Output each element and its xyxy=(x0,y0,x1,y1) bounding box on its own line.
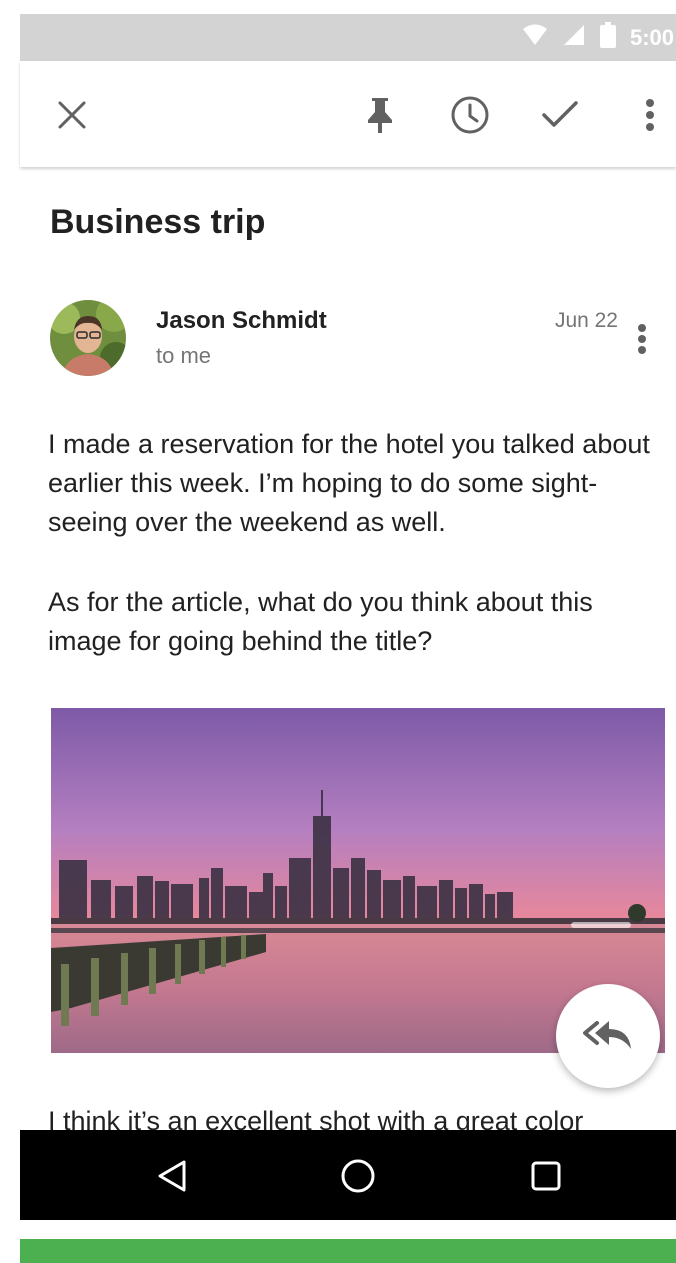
pin-icon[interactable] xyxy=(356,91,404,139)
more-vert-icon[interactable] xyxy=(626,91,674,139)
top-toolbar xyxy=(20,61,676,167)
recipient-label: to me xyxy=(156,343,212,368)
reply-all-icon xyxy=(583,1017,633,1056)
wifi-icon xyxy=(522,24,548,51)
done-check-icon[interactable] xyxy=(536,91,584,139)
status-icons: 5:00 xyxy=(522,14,676,61)
accent-strip xyxy=(20,1239,676,1263)
system-nav-bar xyxy=(20,1130,676,1220)
email-date: Jun 22 xyxy=(554,309,618,332)
close-icon[interactable] xyxy=(48,91,96,139)
sender-name: Jason Schmidt xyxy=(156,307,327,334)
back-triangle-icon[interactable] xyxy=(148,1152,196,1200)
sender-avatar[interactable] xyxy=(50,300,126,376)
email-subject: Business trip xyxy=(50,203,266,241)
snooze-clock-icon[interactable] xyxy=(446,91,494,139)
email-body-paragraph: As for the article, what do you think ab… xyxy=(48,587,593,656)
recents-square-icon[interactable] xyxy=(522,1152,570,1200)
message-more-icon[interactable] xyxy=(622,319,662,359)
reply-all-button[interactable] xyxy=(556,984,660,1088)
email-body-paragraph: I think it’s an excellent shot with a gr… xyxy=(48,1106,584,1130)
signal-icon xyxy=(562,23,586,52)
status-time: 5:00 xyxy=(629,24,674,50)
battery-icon xyxy=(599,22,616,53)
email-body-paragraph: I made a reservation for the hotel you t… xyxy=(48,429,650,537)
status-bar: 5:00 xyxy=(20,14,676,61)
email-content: Business trip Jason Schmidt to me Jun 22… xyxy=(20,167,676,1130)
home-circle-icon[interactable] xyxy=(334,1152,382,1200)
